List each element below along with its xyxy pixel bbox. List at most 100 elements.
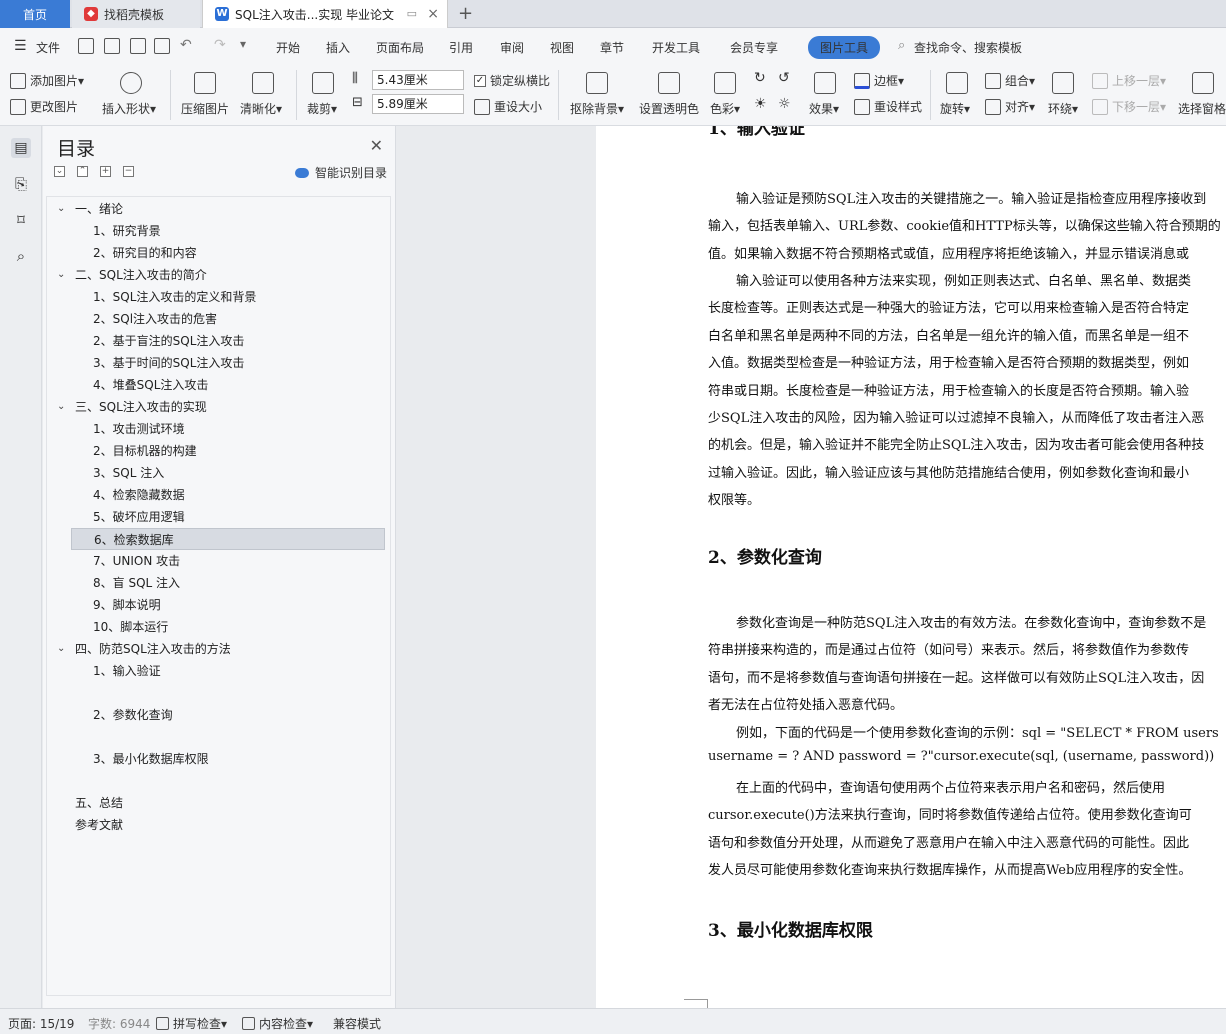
chevron-down-icon[interactable]: ⌄ [57,198,65,220]
toc-item[interactable]: 1、攻击测试环境 [71,418,385,440]
toc-item[interactable]: 4、检索隐藏数据 [71,484,385,506]
chevron-down-icon[interactable]: ⌄ [57,264,65,286]
new-tab-button[interactable]: + [458,3,473,24]
lock-ratio-checkbox[interactable]: ✓ 锁定纵横比 [474,72,550,89]
insert-shape-button[interactable]: 插入形状 ▾ [102,100,156,117]
spell-check-button[interactable]: 拼写检查 ▾ [156,1015,227,1032]
rotate-button[interactable]: 旋转 ▾ [940,100,970,117]
menu-picture-tools[interactable]: 图片工具 [808,36,881,59]
picture-height-field[interactable]: 5.43厘米 [372,70,464,90]
toc-item[interactable]: ⌄ 二、SQL注入攻击的简介 [57,264,385,286]
align-button[interactable]: 对齐 ▾ [985,98,1035,115]
print-preview-icon[interactable] [154,38,170,54]
toc-item[interactable]: ⌄ 一、绪论 [57,198,385,220]
toc-item[interactable]: ⌄ 三、SQL注入攻击的实现 [57,396,385,418]
collapse-all-icon[interactable]: ⌄ [54,166,65,177]
menu-member[interactable]: 会员专享 [730,39,778,56]
toc-item[interactable]: 3、SQL 注入 [71,462,385,484]
tab-pin-icon[interactable]: ▭ [407,7,417,20]
contrast-icon[interactable]: ↺ [778,70,790,86]
quick-access-more-icon[interactable]: ▾ [240,37,246,51]
hamburger-icon[interactable]: ☰ [14,38,27,54]
add-picture-icon [10,72,26,89]
undo-icon[interactable]: ↶ [180,37,192,53]
word-count[interactable]: 字数: 6944 [88,1015,150,1032]
change-picture-button[interactable]: 更改图片 [10,98,78,115]
add-picture-button[interactable]: 添加图片 ▾ [10,72,84,89]
navigation-icon[interactable]: ⎘ [11,174,31,194]
toc-item[interactable]: 参考文献 [71,814,385,836]
toc-item[interactable]: 2、目标机器的构建 [71,440,385,462]
compress-button[interactable]: 压缩图片 [181,100,229,117]
toc-item[interactable]: 3、最小化数据库权限 [71,748,385,770]
menu-start[interactable]: 开始 [276,39,300,56]
chevron-down-icon[interactable]: ⌄ [57,638,65,660]
add-heading-icon[interactable]: + [100,166,111,177]
toc-item[interactable]: 4、堆叠SQL注入攻击 [71,374,385,396]
toc-item[interactable]: 2、参数化查询 [71,704,385,726]
expand-all-icon[interactable]: ⌃ [77,166,88,177]
export-pdf-icon[interactable] [104,38,120,54]
save-icon[interactable] [78,38,94,54]
color-button[interactable]: 色彩 ▾ [710,100,740,117]
remove-heading-icon[interactable]: − [123,166,134,177]
toc-item[interactable]: 9、脚本说明 [71,594,385,616]
toc-item[interactable]: 五、总结 [71,792,385,814]
crop-button[interactable]: 裁剪 ▾ [307,100,337,117]
command-search[interactable]: 查找命令、搜索模板 [914,39,1022,56]
menu-file[interactable]: 文件 [36,39,60,56]
close-icon[interactable]: ✕ [370,136,383,155]
reset-style-button[interactable]: 重设样式 [854,98,922,115]
toc-item[interactable]: 5、破坏应用逻辑 [71,506,385,528]
page-indicator[interactable]: 页面: 15/19 [8,1015,74,1032]
brightness-down-icon[interactable]: ☼ [778,96,791,112]
menu-insert[interactable]: 插入 [326,39,350,56]
search-icon[interactable]: ⌕ [898,38,905,53]
picture-width-field[interactable]: 5.89厘米 [372,94,464,114]
menu-chapter[interactable]: 章节 [600,39,624,56]
send-backward-button[interactable]: 下移一层 ▾ [1092,98,1166,115]
menu-review[interactable]: 审阅 [500,39,524,56]
reset-size-button[interactable]: 重设大小 [474,98,542,115]
tab-template[interactable]: ◆ 找稻壳模板 [72,0,200,28]
find-icon[interactable]: ⌕ [11,246,31,266]
toc-item[interactable]: 1、研究背景 [71,220,385,242]
toc-item[interactable]: 1、输入验证 [71,660,385,682]
smart-toc-button[interactable]: 智能识别目录 [294,164,387,181]
brightness-icon[interactable]: ↻ [754,70,766,86]
menu-layout[interactable]: 页面布局 [376,39,424,56]
document-page[interactable]: 1、输入验证 2、参数化查询 3、最小化数据库权限 输入验证是预防SQL注入攻击… [596,126,1226,1008]
tab-close-icon[interactable]: × [427,6,439,22]
select-pane-button[interactable]: 选择窗格 [1178,100,1226,117]
bring-forward-button[interactable]: 上移一层 ▾ [1092,72,1166,89]
brightness-up-icon[interactable]: ☀ [754,96,767,112]
toc-item[interactable]: 2、基于盲注的SQL注入攻击 [71,330,385,352]
redo-icon[interactable]: ↷ [214,37,226,53]
toc-item[interactable]: 3、基于时间的SQL注入攻击 [71,352,385,374]
menu-view[interactable]: 视图 [550,39,574,56]
content-check-button[interactable]: 内容检查 ▾ [242,1015,313,1032]
toc-item[interactable]: 8、盲 SQL 注入 [71,572,385,594]
bookmark-icon[interactable]: ⌑ [11,210,31,230]
toc-item[interactable]: 1、SQL注入攻击的定义和背景 [71,286,385,308]
tab-home[interactable]: 首页 [0,0,70,28]
print-icon[interactable] [130,38,146,54]
toc-item[interactable]: 2、SQl注入攻击的危害 [71,308,385,330]
effect-button[interactable]: 效果 ▾ [809,100,839,117]
set-transparent-button[interactable]: 设置透明色 [639,100,699,117]
toc-item[interactable]: 6、检索数据库 [71,528,385,550]
menu-developer[interactable]: 开发工具 [652,39,700,56]
toc-item[interactable]: 7、UNION 攻击 [71,550,385,572]
toc-icon[interactable]: ▤ [11,138,31,158]
menu-references[interactable]: 引用 [449,39,473,56]
chevron-down-icon[interactable]: ⌄ [57,396,65,418]
group-button[interactable]: 组合 ▾ [985,72,1035,89]
border-button[interactable]: 边框 ▾ [854,72,904,89]
toc-item[interactable]: 10、脚本运行 [71,616,385,638]
wrap-button[interactable]: 环绕 ▾ [1048,100,1078,117]
sharpen-button[interactable]: 清晰化 ▾ [240,100,282,117]
toc-item[interactable]: ⌄ 四、防范SQL注入攻击的方法 [57,638,385,660]
remove-background-button[interactable]: 抠除背景 ▾ [570,100,624,117]
toc-item[interactable]: 2、研究目的和内容 [71,242,385,264]
tab-document[interactable]: W SQL注入攻击...实现 毕业论文 ▭ × [202,0,448,28]
